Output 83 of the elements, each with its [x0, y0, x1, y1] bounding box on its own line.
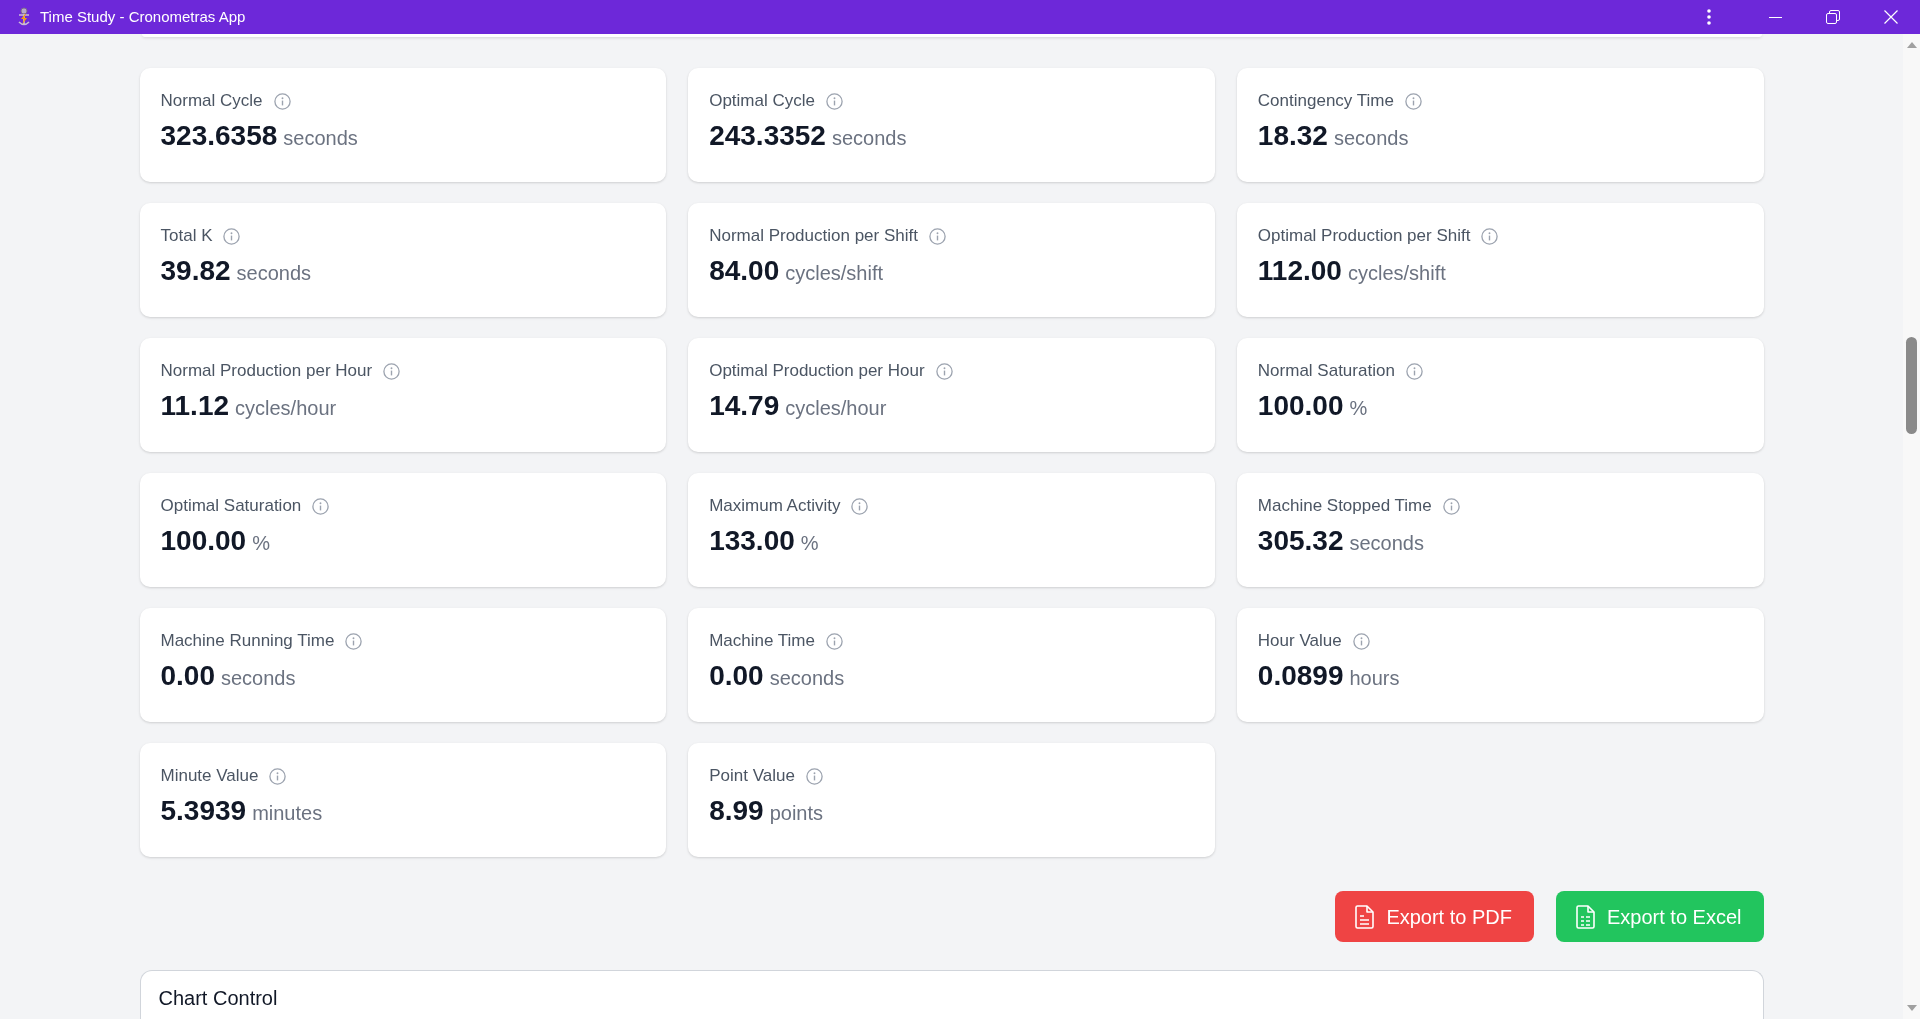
metric-unit: cycles/shift	[1347, 261, 1446, 285]
app-logo-icon	[16, 7, 32, 27]
info-icon	[851, 497, 869, 515]
window-title: Time Study - Cronometras App	[40, 8, 246, 26]
metric-value: 84.00	[709, 254, 780, 288]
info-icon	[805, 767, 823, 785]
document-icon	[1355, 904, 1375, 929]
metric-unit: points	[769, 801, 824, 825]
metric-label: Machine Time	[709, 631, 815, 651]
metric-value: 100.00	[160, 524, 247, 558]
metric-label: Normal Cycle	[160, 91, 263, 111]
metric-value: 0.00	[160, 659, 215, 693]
metric-label: Normal Production per Shift	[709, 226, 918, 246]
kebab-menu-icon	[1707, 9, 1711, 25]
metric-label: Machine Running Time	[160, 631, 335, 651]
info-icon	[1442, 497, 1460, 515]
metric-value: 133.00	[709, 524, 795, 558]
metric-unit: cycles/hour	[235, 396, 337, 420]
info-icon	[929, 227, 946, 245]
metric-unit: seconds	[769, 666, 845, 690]
metric-value: 5.3939	[160, 794, 247, 828]
metric-label: Maximum Activity	[709, 496, 841, 516]
close-icon	[1884, 10, 1898, 24]
metric-label: Normal Production per Hour	[160, 361, 373, 381]
scroll-up-arrow-icon[interactable]	[1906, 42, 1917, 48]
metric-label: Total K	[160, 226, 213, 246]
metric-unit: seconds	[1333, 126, 1409, 150]
scrollbar-track[interactable]	[1903, 34, 1920, 1019]
info-icon	[273, 92, 291, 110]
metric-label: Hour Value	[1257, 631, 1342, 651]
metric-label: Optimal Production per Shift	[1257, 226, 1471, 246]
metric-value: 0.00	[709, 659, 764, 693]
info-icon	[312, 497, 330, 515]
metric-unit: seconds	[1349, 531, 1424, 555]
metric-unit: seconds	[236, 261, 312, 285]
info-icon	[935, 362, 953, 380]
info-icon	[223, 227, 241, 245]
metric-unit: %	[1349, 396, 1368, 420]
scrollbar-thumb[interactable]	[1906, 337, 1917, 434]
metric-unit: %	[800, 531, 819, 555]
metric-value: 100.00	[1257, 389, 1344, 423]
restore-icon	[1826, 10, 1840, 24]
info-icon	[383, 362, 401, 380]
info-icon	[1404, 92, 1422, 110]
metric-value: 8.99	[709, 794, 764, 828]
metric-unit: cycles/shift	[785, 261, 884, 285]
metric-value: 243.3352	[709, 119, 826, 153]
panel-title: Chart Control	[158, 986, 278, 1010]
metric-value: 18.32	[1257, 119, 1328, 153]
scroll-down-arrow-icon[interactable]	[1906, 1005, 1917, 1011]
metric-value: 112.00	[1257, 254, 1342, 288]
metric-label: Machine Stopped Time	[1257, 496, 1432, 516]
minimize-icon	[1768, 16, 1782, 18]
metric-value: 39.82	[160, 254, 231, 288]
info-icon	[345, 632, 363, 650]
metric-unit: seconds	[221, 666, 296, 690]
info-icon	[826, 632, 843, 650]
metric-label: Minute Value	[160, 766, 259, 786]
metric-unit: minutes	[252, 801, 323, 825]
info-icon	[825, 92, 843, 110]
metric-value: 11.12	[160, 389, 230, 423]
metric-label: Optimal Production per Hour	[709, 361, 925, 381]
metric-label: Normal Saturation	[1257, 361, 1395, 381]
metric-label: Optimal Cycle	[709, 91, 815, 111]
metric-label: Optimal Saturation	[160, 496, 302, 516]
metric-unit: seconds	[283, 126, 358, 150]
metric-unit: %	[252, 531, 270, 555]
spreadsheet-document-icon	[1576, 904, 1595, 929]
info-icon	[1352, 632, 1370, 650]
export-excel-button[interactable]: Export to Excel	[1556, 891, 1764, 942]
metric-value: 0.0899	[1257, 659, 1344, 693]
export-pdf-button[interactable]: Export to PDF	[1335, 891, 1534, 942]
info-icon	[1405, 362, 1423, 380]
metric-value: 323.6358	[160, 119, 278, 153]
info-icon	[269, 767, 287, 785]
metric-unit: cycles/hour	[785, 396, 887, 420]
metric-unit: seconds	[831, 126, 907, 150]
metric-value: 305.32	[1257, 524, 1344, 558]
info-icon	[1481, 227, 1499, 245]
metric-label: Contingency Time	[1257, 91, 1394, 111]
metric-value: 14.79	[709, 389, 780, 423]
metric-unit: hours	[1349, 666, 1400, 690]
metric-label: Point Value	[709, 766, 795, 786]
